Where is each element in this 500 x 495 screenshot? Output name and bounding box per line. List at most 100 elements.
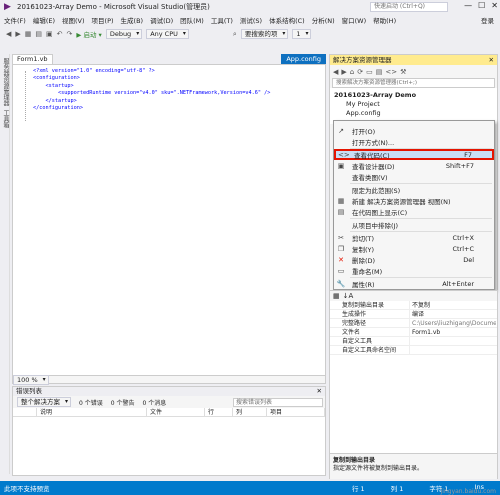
- designer-icon: ▣: [337, 161, 345, 170]
- alphabetical-icon[interactable]: ↓A: [343, 292, 354, 300]
- menu-item-cut[interactable]: ✂ 剪切(T) Ctrl+X: [334, 232, 494, 243]
- menu-team[interactable]: 团队(M): [180, 15, 204, 25]
- menu-item-view-designer[interactable]: ▣ 查看设计器(D) Shift+F7: [334, 160, 494, 171]
- categorized-icon[interactable]: ▦: [333, 292, 340, 300]
- quick-launch-input[interactable]: 快速启动 (Ctrl+Q): [370, 2, 448, 12]
- forward-icon[interactable]: ▶: [341, 68, 346, 76]
- platform-dropdown[interactable]: Any CPU: [146, 29, 189, 39]
- properties-toolbar: ▦ ↓A: [330, 291, 497, 301]
- column-line[interactable]: 行: [205, 408, 233, 416]
- property-row[interactable]: 复制到输出目录 不复制: [330, 301, 497, 310]
- minimize-button[interactable]: —: [464, 1, 472, 10]
- menu-item-rename[interactable]: ▭ 重命名(M): [334, 265, 494, 276]
- close-icon[interactable]: ✕: [489, 55, 494, 65]
- messages-filter-button[interactable]: 0 个消息: [142, 398, 166, 407]
- menu-project[interactable]: 项目(P): [92, 15, 114, 25]
- solution-search-input[interactable]: 搜索解决方案资源管理器(Ctrl+;): [332, 78, 495, 88]
- tree-node-solution[interactable]: 20161023-Array Demo: [334, 91, 497, 100]
- error-search-input[interactable]: 搜索错误列表: [233, 397, 323, 407]
- sync-icon[interactable]: ⟳: [357, 68, 363, 76]
- menu-item-new-view[interactable]: ▦ 新建 解决方案资源管理器 视图(N): [334, 195, 494, 206]
- menu-architecture[interactable]: 体系结构(C): [269, 15, 305, 25]
- page-combo[interactable]: 1: [292, 29, 312, 39]
- back-icon[interactable]: ◀: [333, 68, 338, 76]
- redo-icon[interactable]: ↷: [67, 30, 73, 38]
- status-line: 行 1: [351, 485, 365, 493]
- property-row[interactable]: 文件名 Form1.vb: [330, 328, 497, 337]
- property-description: 复制到输出目录 指定源文件将被复制到输出目录。: [330, 453, 497, 479]
- code-text: <?xml version="1.0" encoding="utf-8" ?> <…: [13, 65, 325, 112]
- solution-tree: 20161023-Array Demo My Project App.confi…: [330, 88, 497, 124]
- error-list-title: 错误列表: [16, 387, 42, 395]
- maximize-button[interactable]: ☐: [478, 1, 485, 10]
- menu-window[interactable]: 窗口(W): [342, 15, 367, 25]
- property-row[interactable]: 完整路径 C:\Users\liuzhigang\Documen: [330, 319, 497, 328]
- watermark: jingyan.baidu.com: [440, 488, 496, 495]
- zoom-dropdown[interactable]: 100 %: [13, 374, 49, 385]
- column-description[interactable]: 说明: [37, 408, 147, 416]
- menu-debug[interactable]: 调试(D): [150, 15, 173, 25]
- editor-tab-strip: Form1.vb App.config: [12, 54, 326, 64]
- close-icon[interactable]: ✕: [317, 387, 322, 396]
- find-combo[interactable]: 要搜索的项: [240, 29, 289, 39]
- copy-icon: ❐: [337, 244, 345, 253]
- property-description-title: 复制到输出目录: [333, 457, 376, 464]
- column-project[interactable]: 项目: [267, 408, 325, 416]
- code-icon: <>: [338, 150, 350, 159]
- menu-edit[interactable]: 编辑(E): [33, 15, 55, 25]
- wrench-icon[interactable]: ⚒: [400, 68, 406, 76]
- menu-item-open[interactable]: ↗ 打开(O): [334, 125, 494, 136]
- server-explorer-tab[interactable]: 服务器资源管理器: [1, 58, 10, 106]
- forward-icon[interactable]: ▶: [15, 30, 20, 38]
- property-row[interactable]: 生成操作 编译: [330, 310, 497, 319]
- menu-build[interactable]: 生成(B): [121, 15, 144, 25]
- menu-view[interactable]: 视图(V): [62, 15, 85, 25]
- menu-item-show-on-code-map[interactable]: ▤ 在代码图上显示(C): [334, 206, 494, 217]
- menu-item-properties[interactable]: 🔧 属性(R) Alt+Enter: [334, 278, 494, 289]
- standard-toolbar: ◀ ▶ ▦ ▤ ▣ ↶ ↷ ▶ 启动 ▾ Debug Any CPU ⌕ 要搜索…: [0, 27, 500, 41]
- show-all-icon[interactable]: ▤: [376, 68, 383, 76]
- tab-form1-vb[interactable]: Form1.vb: [12, 54, 53, 64]
- collapse-icon[interactable]: ▭: [366, 68, 373, 76]
- menu-tools[interactable]: 工具(T): [211, 15, 233, 25]
- error-list-header: 说明 文件 行 列 项目: [13, 408, 325, 417]
- code-editor[interactable]: <?xml version="1.0" encoding="utf-8" ?> <…: [12, 64, 326, 376]
- new-project-icon[interactable]: ▦: [25, 30, 32, 38]
- menu-file[interactable]: 文件(F): [4, 15, 26, 25]
- solution-explorer-title: 解决方案资源管理器: [333, 56, 392, 64]
- column-col[interactable]: 列: [233, 408, 267, 416]
- back-icon[interactable]: ◀: [6, 30, 11, 38]
- code-line: <?xml version="1.0" encoding="utf-8" ?>: [33, 68, 155, 74]
- save-icon[interactable]: ▣: [46, 30, 53, 38]
- start-button[interactable]: ▶ 启动 ▾: [76, 29, 101, 39]
- tab-app-config[interactable]: App.config: [281, 54, 326, 64]
- home-icon[interactable]: ⌂: [350, 68, 354, 76]
- menu-analyze[interactable]: 分析(N): [312, 15, 335, 25]
- menu-item-view-class-diagram[interactable]: 查看类图(V): [334, 171, 494, 182]
- undo-icon[interactable]: ↶: [57, 30, 63, 38]
- property-row[interactable]: 自定义工具命名空间: [330, 346, 497, 355]
- close-button[interactable]: ✕: [491, 1, 498, 10]
- menu-item-delete[interactable]: ✕ 删除(D) Del: [334, 254, 494, 265]
- warnings-filter-button[interactable]: 0 个警告: [111, 398, 135, 407]
- property-row[interactable]: 自定义工具: [330, 337, 497, 346]
- menu-item-exclude[interactable]: 从项目中排除(J): [334, 219, 494, 230]
- column-file[interactable]: 文件: [147, 408, 205, 416]
- code-icon[interactable]: <>: [385, 68, 397, 76]
- outline-guide: [25, 71, 26, 121]
- menu-test[interactable]: 测试(S): [240, 15, 262, 25]
- config-dropdown[interactable]: Debug: [105, 29, 143, 39]
- error-scope-dropdown[interactable]: 整个解决方案: [17, 397, 71, 407]
- code-line: <startup>: [33, 82, 74, 89]
- tree-node-app-config[interactable]: App.config: [334, 109, 497, 118]
- menu-item-copy[interactable]: ❐ 复制(Y) Ctrl+C: [334, 243, 494, 254]
- menu-item-open-with[interactable]: 打开方式(N)...: [334, 136, 494, 147]
- menu-help[interactable]: 帮助(H): [373, 15, 396, 25]
- tree-node-my-project[interactable]: My Project: [334, 100, 497, 109]
- open-icon[interactable]: ▤: [35, 30, 42, 38]
- errors-filter-button[interactable]: 0 个错误: [79, 398, 103, 407]
- menu-item-view-code[interactable]: <> 查看代码(C) F7: [334, 149, 494, 160]
- toolbox-tab[interactable]: 工具箱: [1, 110, 10, 128]
- menu-item-scope-to-this[interactable]: 限定为此范围(S): [334, 184, 494, 195]
- login-link[interactable]: 登录: [481, 15, 494, 25]
